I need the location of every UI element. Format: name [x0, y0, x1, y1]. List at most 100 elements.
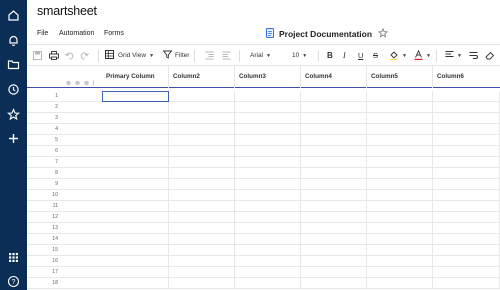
plus-icon[interactable]	[6, 131, 21, 146]
table-row[interactable]: 8	[27, 168, 500, 179]
grid-cell[interactable]	[367, 146, 433, 157]
grid-cell[interactable]	[102, 234, 169, 245]
row-number[interactable]: 13	[27, 223, 58, 234]
grid-cell[interactable]	[102, 157, 169, 168]
save-icon[interactable]	[33, 45, 42, 66]
grid-cell[interactable]	[235, 212, 301, 223]
brand-logo[interactable]: smartsheet	[37, 4, 97, 18]
bold-icon[interactable]: B	[327, 45, 333, 66]
filter-button[interactable]: Filter	[162, 45, 189, 66]
grid-cell[interactable]	[433, 267, 500, 278]
menu-automation[interactable]: Automation	[59, 30, 94, 37]
wrap-icon[interactable]	[469, 45, 478, 66]
grid-cell[interactable]	[301, 234, 367, 245]
table-row[interactable]: 15	[27, 245, 500, 256]
row-number[interactable]: 9	[27, 179, 58, 190]
menu-file[interactable]: File	[37, 30, 48, 37]
grid-cell[interactable]	[235, 135, 301, 146]
grid-cell[interactable]	[433, 212, 500, 223]
grid-cell[interactable]	[169, 168, 235, 179]
row-number[interactable]: 11	[27, 201, 58, 212]
column-header-5[interactable]: Column5	[367, 66, 433, 88]
grid-cell[interactable]	[367, 102, 433, 113]
grid-cell[interactable]	[301, 102, 367, 113]
row-number[interactable]: 5	[27, 135, 58, 146]
grid-cell[interactable]	[433, 157, 500, 168]
grid-cell[interactable]	[301, 146, 367, 157]
menu-forms[interactable]: Forms	[104, 30, 124, 37]
column-header-6[interactable]: Column6	[433, 66, 500, 88]
grid-cell[interactable]	[102, 179, 169, 190]
grid-cell[interactable]	[367, 256, 433, 267]
grid-cell[interactable]	[102, 256, 169, 267]
table-row[interactable]: 9	[27, 179, 500, 190]
grid-cell[interactable]	[301, 245, 367, 256]
favorite-star-icon[interactable]	[377, 25, 389, 43]
grid-cell[interactable]	[301, 256, 367, 267]
grid-cell[interactable]	[169, 245, 235, 256]
grid-cell[interactable]	[235, 256, 301, 267]
clock-icon[interactable]	[6, 82, 21, 97]
grid-cell[interactable]	[433, 201, 500, 212]
grid-cell[interactable]	[235, 245, 301, 256]
column-header-4[interactable]: Column4	[301, 66, 367, 88]
selected-cell[interactable]	[102, 91, 169, 102]
table-row[interactable]: 2	[27, 102, 500, 113]
grid-cell[interactable]	[367, 234, 433, 245]
grid-cell[interactable]	[235, 278, 301, 289]
grid-cell[interactable]	[367, 113, 433, 124]
font-color-button[interactable]: ▼	[414, 45, 431, 66]
star-icon[interactable]	[6, 107, 21, 122]
grid-cell[interactable]	[301, 124, 367, 135]
grid-cell[interactable]	[433, 135, 500, 146]
row-number[interactable]: 6	[27, 146, 58, 157]
grid-cell[interactable]	[367, 190, 433, 201]
grid-cell[interactable]	[301, 212, 367, 223]
grid-cell[interactable]	[169, 223, 235, 234]
strikethrough-icon[interactable]: S	[373, 45, 378, 66]
column-header-3[interactable]: Column3	[235, 66, 301, 88]
grid-cell[interactable]	[235, 168, 301, 179]
outdent-icon[interactable]	[222, 45, 231, 66]
grid-cell[interactable]	[235, 157, 301, 168]
grid-cell[interactable]	[169, 102, 235, 113]
grid-cell[interactable]	[367, 168, 433, 179]
row-number[interactable]: 15	[27, 245, 58, 256]
table-row[interactable]: 13	[27, 223, 500, 234]
help-icon[interactable]: ?	[6, 274, 21, 289]
grid-cell[interactable]	[235, 146, 301, 157]
row-number[interactable]: 1	[27, 91, 58, 102]
grid-cell[interactable]	[433, 102, 500, 113]
grid-cell[interactable]	[301, 201, 367, 212]
eraser-icon[interactable]	[485, 45, 495, 66]
fill-color-button[interactable]: ▼	[389, 45, 407, 66]
table-row[interactable]: 18	[27, 278, 500, 289]
table-row[interactable]: 1	[27, 91, 500, 102]
grid-cell[interactable]	[102, 146, 169, 157]
grid-cell[interactable]	[102, 135, 169, 146]
grid-cell[interactable]	[433, 256, 500, 267]
table-row[interactable]: 11	[27, 201, 500, 212]
grid-cell[interactable]	[235, 223, 301, 234]
italic-icon[interactable]: I	[343, 45, 346, 66]
grid-cell[interactable]	[433, 124, 500, 135]
table-row[interactable]: 7	[27, 157, 500, 168]
apps-grid-icon[interactable]	[6, 250, 21, 265]
grid-cell[interactable]	[102, 201, 169, 212]
grid-cell[interactable]	[102, 278, 169, 289]
row-number[interactable]: 14	[27, 234, 58, 245]
grid-cell[interactable]	[235, 234, 301, 245]
grid-cell[interactable]	[367, 91, 433, 102]
table-row[interactable]: 12	[27, 212, 500, 223]
grid-cell[interactable]	[235, 113, 301, 124]
grid-cell[interactable]	[102, 113, 169, 124]
font-size-dropdown[interactable]: 10 ▼	[292, 45, 307, 66]
grid-cell[interactable]	[301, 278, 367, 289]
grid-cell[interactable]	[433, 278, 500, 289]
row-number[interactable]: 7	[27, 157, 58, 168]
grid-cell[interactable]	[169, 267, 235, 278]
grid-cell[interactable]	[102, 168, 169, 179]
row-number[interactable]: 17	[27, 267, 58, 278]
grid-cell[interactable]	[102, 267, 169, 278]
grid-cell[interactable]	[235, 179, 301, 190]
